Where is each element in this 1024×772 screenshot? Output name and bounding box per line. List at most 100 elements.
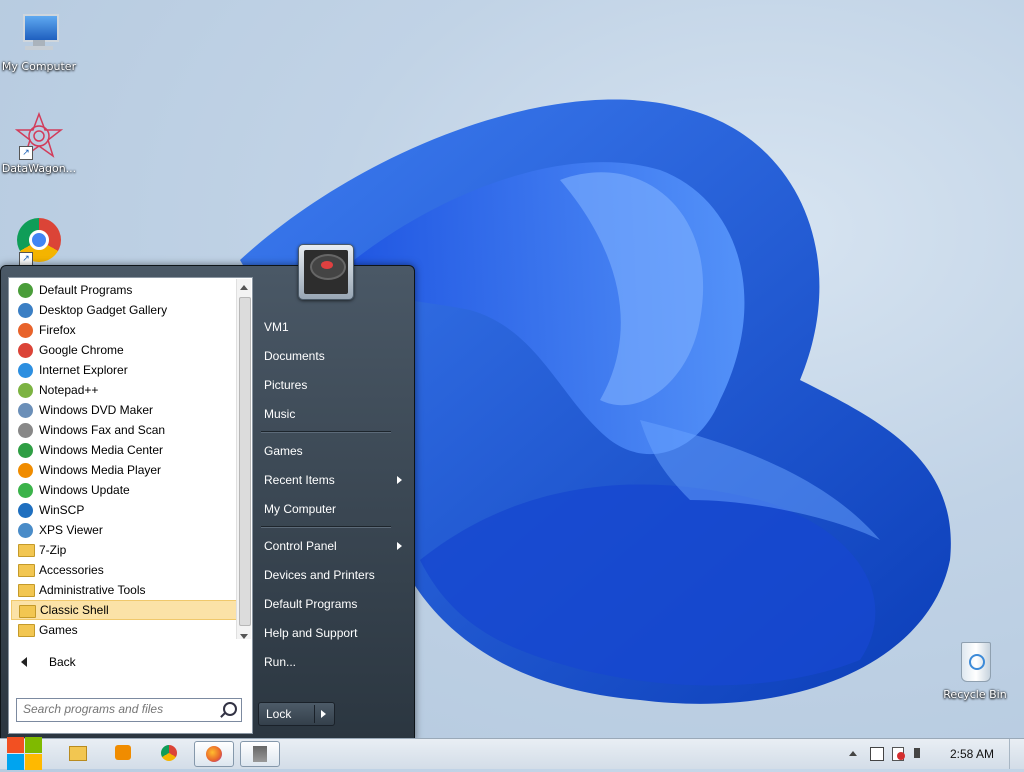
folder-icon [18, 564, 35, 577]
pictures-link[interactable]: Pictures [258, 372, 404, 398]
taskbar-explorer-button[interactable] [58, 741, 96, 765]
winscp-icon [18, 503, 33, 518]
games-link[interactable]: Games [258, 438, 404, 464]
firefox-icon [206, 746, 222, 762]
program-label: Desktop Gadget Gallery [39, 303, 168, 317]
update-icon [18, 483, 33, 498]
recent-items-link[interactable]: Recent Items [258, 467, 404, 493]
programs-list: Default Programs Desktop Gadget Gallery Fi… [11, 280, 237, 660]
media-center-icon [18, 443, 33, 458]
firefox-icon [18, 323, 33, 338]
desktop-icon-recycle-bin[interactable]: Recycle Bin [935, 638, 1015, 701]
help-support-link[interactable]: Help and Support [258, 620, 404, 646]
program-label: Accessories [39, 563, 104, 577]
desktop-icon-label: DataWagon... [1, 162, 77, 175]
lock-label: Lock [266, 707, 292, 721]
dvd-icon [18, 403, 33, 418]
program-label: Windows DVD Maker [39, 403, 154, 417]
clock[interactable]: 2:58 AM [950, 747, 994, 761]
folder-icon [18, 544, 35, 557]
program-item[interactable]: Desktop Gadget Gallery [11, 300, 237, 320]
control-panel-label: Control Panel [264, 539, 337, 553]
search-input[interactable] [17, 699, 218, 719]
program-label: Windows Fax and Scan [39, 423, 166, 437]
volume-icon[interactable] [914, 748, 920, 758]
taskbar-app-button[interactable] [240, 741, 280, 767]
program-item[interactable]: WinSCP [11, 500, 237, 520]
program-item[interactable]: Administrative Tools [11, 580, 237, 600]
ie-icon [18, 363, 33, 378]
all-programs-list: Default Programs Desktop Gadget Gallery Fi… [8, 277, 253, 657]
action-center-icon[interactable] [892, 747, 905, 761]
scroll-thumb[interactable] [239, 297, 251, 626]
program-item[interactable]: XPS Viewer [11, 520, 237, 540]
lock-button[interactable]: Lock [258, 702, 335, 726]
user-folder-link[interactable]: VM1 [258, 314, 404, 340]
run-link[interactable]: Run... [258, 649, 404, 675]
show-desktop-button[interactable] [1009, 739, 1024, 769]
program-label: Internet Explorer [39, 363, 128, 377]
taskbar-media-player-button[interactable] [104, 741, 142, 765]
separator [261, 526, 391, 528]
taskbar-firefox-button[interactable] [194, 741, 234, 767]
folder-icon [19, 605, 36, 618]
program-item[interactable]: Accessories [11, 560, 237, 580]
turntable-icon [304, 250, 348, 294]
taskbar-chrome-button[interactable] [150, 741, 188, 765]
programs-scrollbar[interactable] [236, 279, 251, 645]
desktop-icon-label: My Computer [1, 60, 77, 73]
user-picture[interactable] [298, 244, 354, 300]
desktop-icon-datawagon[interactable]: ↗ DataWagon... [0, 111, 79, 175]
start-button[interactable] [6, 736, 42, 772]
search-box[interactable] [16, 698, 242, 722]
chrome-icon [161, 745, 177, 761]
program-label: WinSCP [39, 503, 85, 517]
start-menu: Default Programs Desktop Gadget Gallery Fi… [0, 263, 415, 742]
notepad-icon [18, 383, 33, 398]
chevron-right-icon [397, 476, 402, 484]
program-item[interactable]: Windows Media Center [11, 440, 237, 460]
program-item[interactable]: Default Programs [11, 280, 237, 300]
devices-printers-link[interactable]: Devices and Printers [258, 562, 404, 588]
music-link[interactable]: Music [258, 401, 404, 427]
program-item[interactable]: Google Chrome [11, 340, 237, 360]
program-label: Windows Media Player [39, 463, 162, 477]
default-programs-link[interactable]: Default Programs [258, 591, 404, 617]
recycle-bin-icon [951, 638, 999, 686]
program-item[interactable]: Internet Explorer [11, 360, 237, 380]
my-computer-link[interactable]: My Computer [258, 496, 404, 522]
program-item[interactable]: Windows DVD Maker [11, 400, 237, 420]
program-item[interactable]: Windows Fax and Scan [11, 420, 237, 440]
media-player-icon [18, 463, 33, 478]
shortcut-arrow-icon: ↗ [19, 146, 33, 160]
program-item[interactable]: Classic Shell [11, 600, 237, 620]
separator [261, 431, 391, 433]
program-item[interactable]: Firefox [11, 320, 237, 340]
back-area: Back [8, 649, 253, 690]
folder-icon [18, 624, 35, 637]
program-label: Firefox [39, 323, 76, 337]
scroll-up-icon[interactable] [240, 285, 248, 290]
documents-link[interactable]: Documents [258, 343, 404, 369]
program-item[interactable]: Games [11, 620, 237, 640]
program-label: Google Chrome [39, 343, 124, 357]
explorer-icon [69, 746, 87, 761]
desktop-icon-chrome[interactable]: ↗ [0, 218, 79, 268]
desktop-icon-my-computer[interactable]: My Computer [0, 10, 79, 73]
program-item[interactable]: Notepad++ [11, 380, 237, 400]
lock-options-chevron-icon[interactable] [321, 710, 326, 718]
taskbar: 2:58 AM [0, 736, 1024, 772]
search-icon[interactable] [223, 702, 237, 716]
control-panel-link[interactable]: Control Panel [258, 533, 404, 559]
program-label: XPS Viewer [39, 523, 103, 537]
gadget-icon [18, 303, 33, 318]
datawagon-icon: ↗ [14, 111, 64, 160]
program-label: Default Programs [39, 283, 133, 297]
program-item[interactable]: Windows Media Player [11, 460, 237, 480]
program-item[interactable]: Windows Update [11, 480, 237, 500]
chrome-icon [18, 343, 33, 358]
program-item[interactable]: 7-Zip [11, 540, 237, 560]
show-hidden-icons-icon[interactable] [849, 751, 857, 756]
network-icon[interactable] [870, 747, 884, 761]
search-area [8, 689, 253, 734]
